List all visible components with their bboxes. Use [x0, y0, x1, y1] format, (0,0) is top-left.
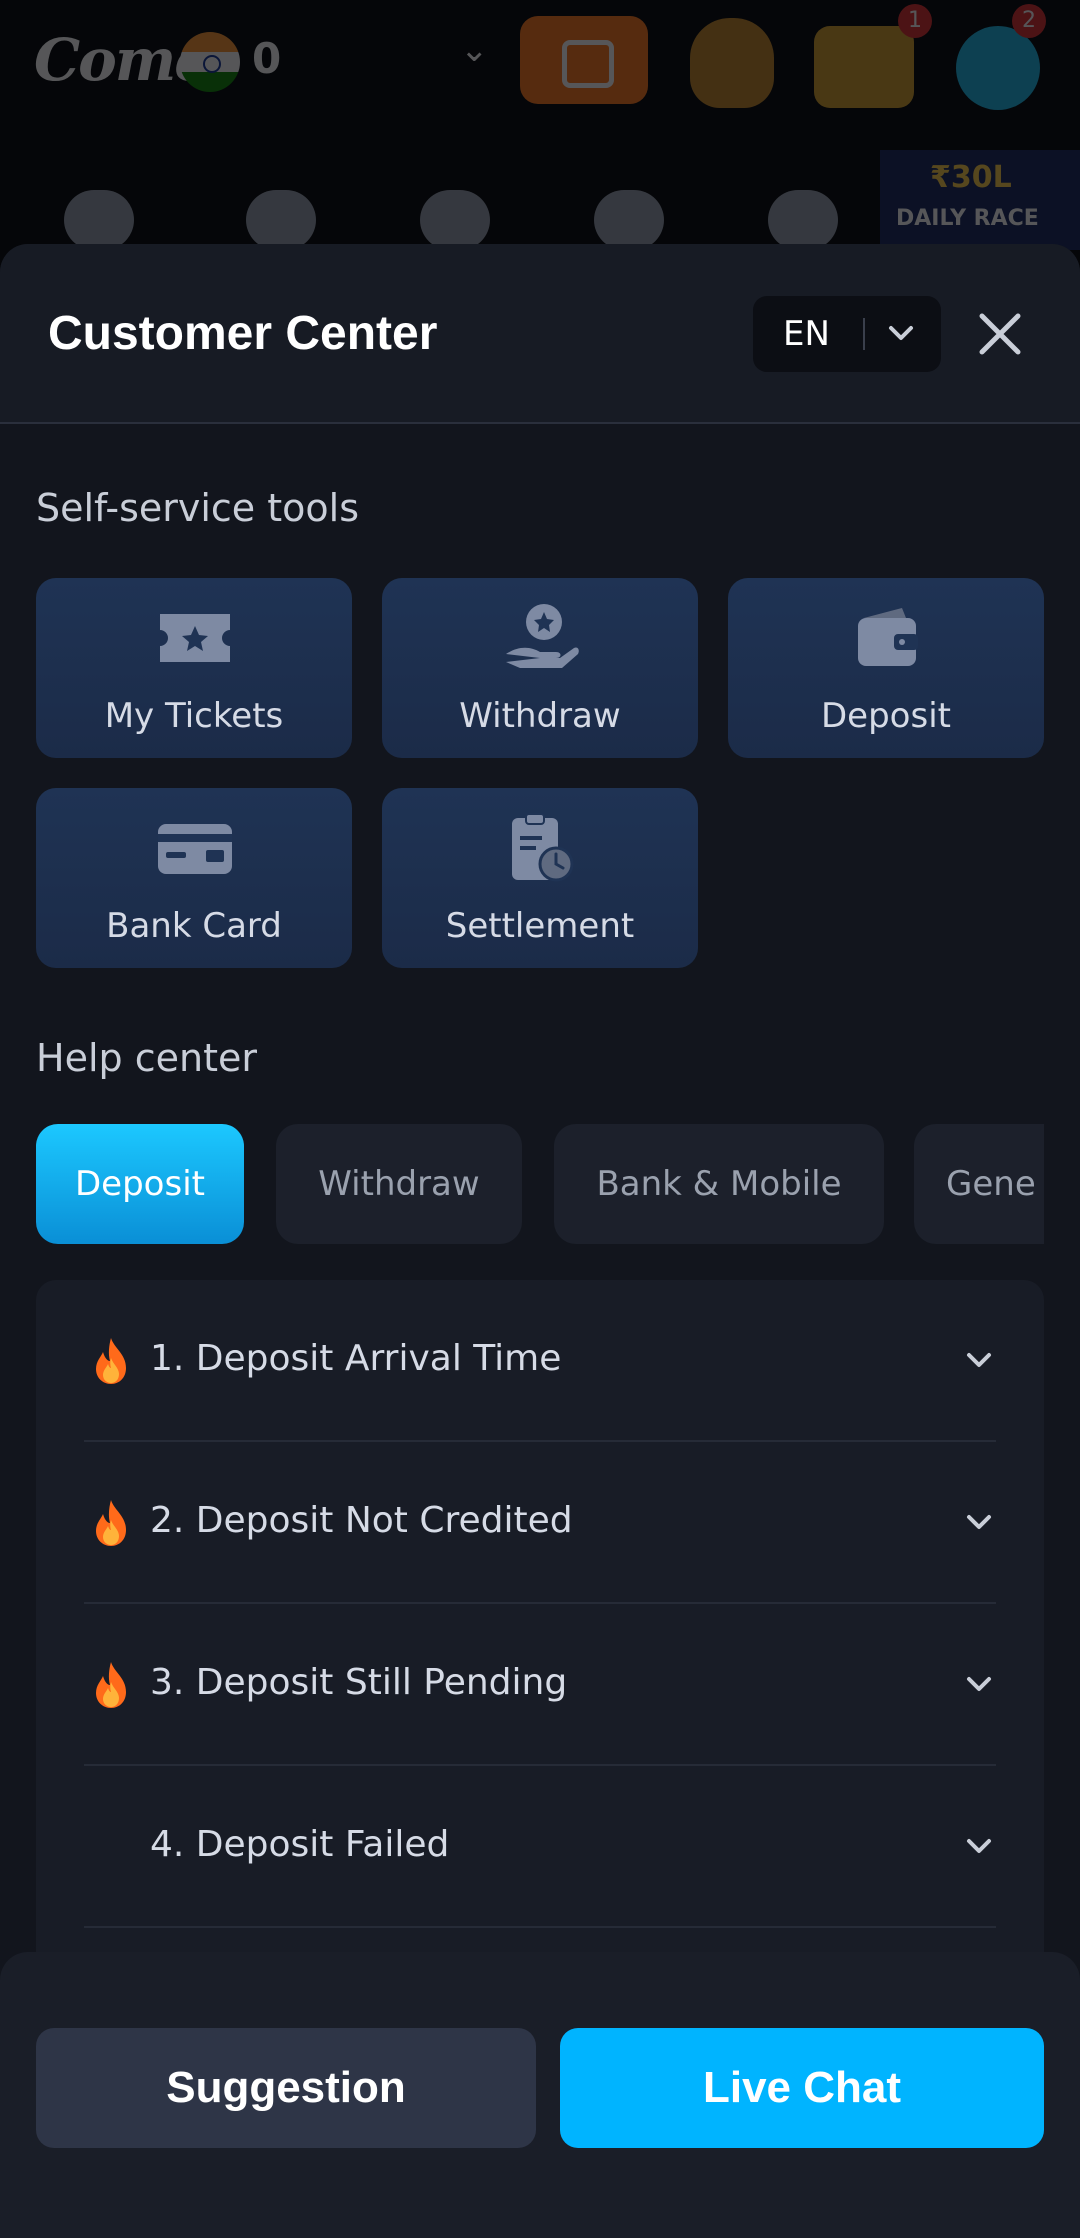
self-service-title: Self-service tools [36, 486, 360, 530]
language-value: EN [783, 314, 830, 354]
tab-deposit[interactable]: Deposit [36, 1124, 244, 1244]
help-center-title: Help center [36, 1036, 257, 1080]
faq-list: 1. Deposit Arrival Time 2. Deposit Not C… [36, 1280, 1044, 1980]
modal-header: Customer Center EN [0, 244, 1080, 424]
tool-my-tickets[interactable]: My Tickets [36, 578, 352, 758]
live-chat-button[interactable]: Live Chat [560, 2028, 1044, 2148]
football-icon [768, 190, 838, 250]
spade-icon [246, 190, 316, 250]
treasure-pot-icon [690, 18, 774, 108]
background-app: Come 0 ⌄ 1 2 ₹30L DAILY RACE [0, 0, 1080, 260]
clipboard-clock-icon [512, 813, 574, 882]
faq-item[interactable]: 1. Deposit Arrival Time [84, 1280, 996, 1442]
faq-item[interactable]: 4. Deposit Failed [84, 1766, 996, 1928]
treasure-chest-icon [814, 26, 914, 108]
page-title: Customer Center [48, 307, 438, 360]
tool-label: Settlement [445, 906, 635, 946]
race-amount: ₹30L [930, 160, 1012, 195]
help-tabs: Deposit Withdraw Bank & Mobile Gene [36, 1124, 1044, 1244]
wallet-button [520, 16, 648, 104]
chevron-down-icon [967, 1677, 991, 1691]
cricket-icon [420, 190, 490, 250]
tool-label: Deposit [821, 696, 951, 736]
fire-icon [96, 1338, 126, 1384]
faq-item[interactable]: 3. Deposit Still Pending [84, 1604, 996, 1766]
tab-withdraw[interactable]: Withdraw [276, 1124, 522, 1244]
suggestion-button[interactable]: Suggestion [36, 2028, 536, 2148]
tool-deposit[interactable]: Deposit [728, 578, 1044, 758]
close-icon[interactable] [972, 306, 1028, 362]
bank-card-icon [158, 824, 232, 874]
cards-icon [594, 190, 664, 250]
tab-bank-mobile[interactable]: Bank & Mobile [554, 1124, 884, 1244]
india-flag-icon [180, 32, 240, 92]
tool-label: Withdraw [459, 696, 621, 736]
chevron-down-icon: ⌄ [460, 30, 489, 70]
tool-settlement[interactable]: Settlement [382, 788, 698, 968]
race-label: DAILY RACE [896, 206, 1039, 231]
fire-icon [96, 1662, 126, 1708]
chevron-down-icon [967, 1515, 991, 1529]
fire-icon [96, 1500, 126, 1546]
faq-question: 3. Deposit Still Pending [150, 1662, 568, 1703]
chevron-down-icon [889, 326, 913, 340]
chevron-down-icon [967, 1353, 991, 1367]
chest-badge: 1 [898, 4, 932, 38]
withdraw-hand-coin-icon [506, 604, 579, 668]
language-select[interactable]: EN [753, 296, 941, 372]
faq-item[interactable]: 2. Deposit Not Credited [84, 1442, 996, 1604]
balance-amount: 0 [252, 34, 282, 83]
divider [863, 318, 865, 350]
tool-label: Bank Card [106, 906, 282, 946]
tool-label: My Tickets [104, 696, 284, 736]
wallet-icon [858, 608, 918, 666]
faq-question: 1. Deposit Arrival Time [150, 1338, 562, 1379]
customer-center-modal: Customer Center EN Self-service tools My… [0, 244, 1080, 2238]
tool-bank-card[interactable]: Bank Card [36, 788, 352, 968]
top-bar: Come 0 ⌄ 1 2 [0, 0, 1080, 130]
faq-question: 4. Deposit Failed [150, 1824, 450, 1865]
tab-general[interactable]: Gene [914, 1124, 1044, 1244]
modal-footer: Suggestion Live Chat [0, 1952, 1080, 2238]
chevron-down-icon [967, 1839, 991, 1853]
support-badge: 2 [1012, 4, 1046, 38]
faq-question: 2. Deposit Not Credited [150, 1500, 573, 1541]
support-agent-icon [956, 26, 1040, 110]
ticket-icon [160, 614, 230, 662]
tool-withdraw[interactable]: Withdraw [382, 578, 698, 758]
planet-icon [64, 190, 134, 250]
